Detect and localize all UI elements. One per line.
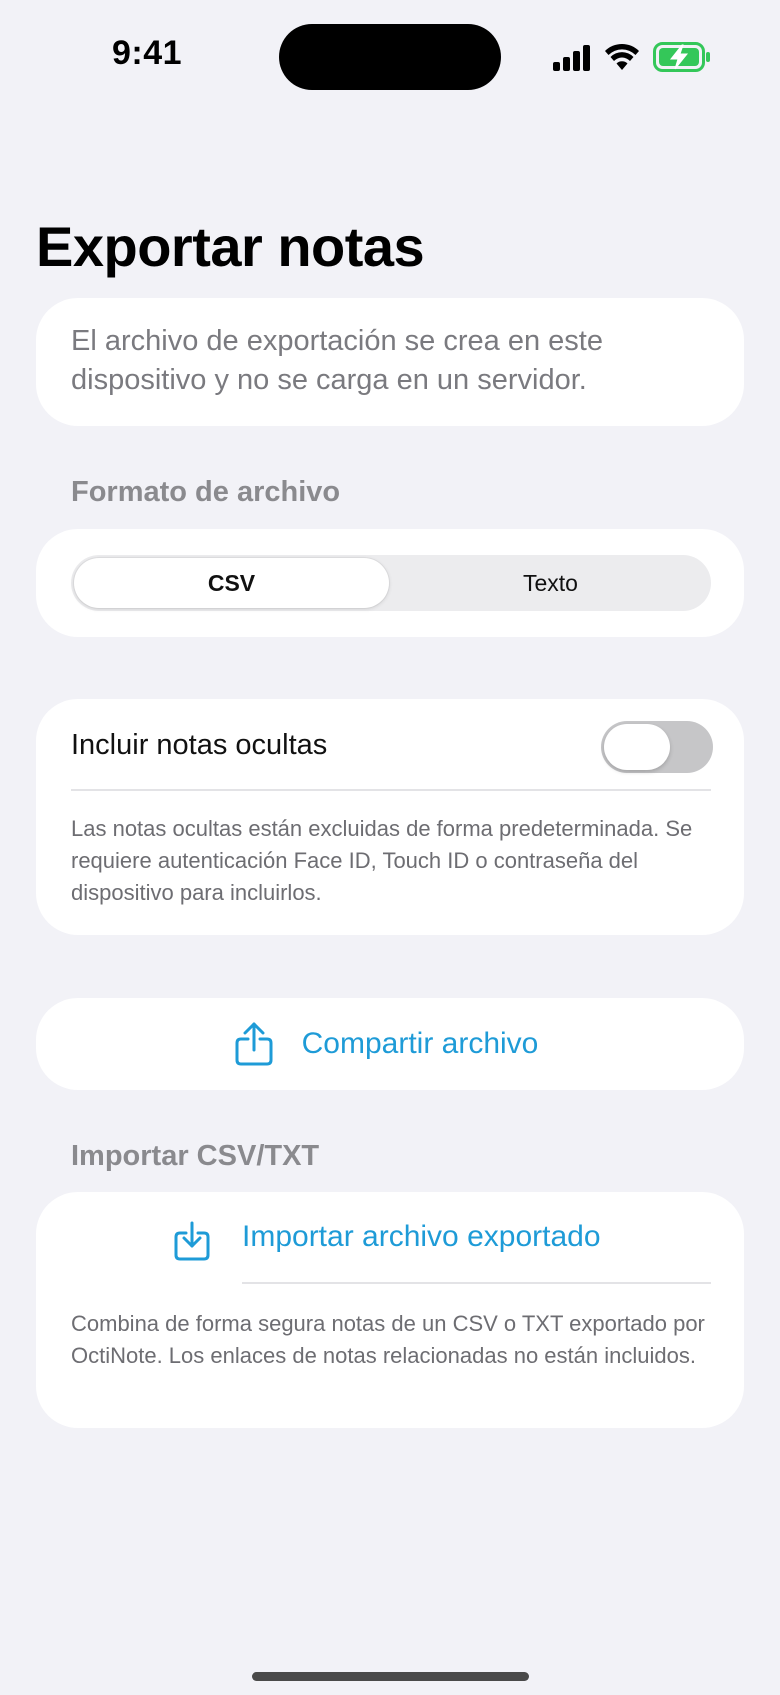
import-file-label: Importar archivo exportado bbox=[242, 1220, 601, 1253]
format-card: CSV Texto bbox=[36, 529, 744, 637]
hidden-notes-footnote: Las notas ocultas están excluidas de for… bbox=[71, 816, 693, 905]
import-section-header: Importar CSV/TXT bbox=[71, 1140, 320, 1172]
share-file-button[interactable]: Compartir archivo bbox=[36, 998, 744, 1090]
battery-charging-icon bbox=[653, 42, 710, 72]
import-footnote: Combina de forma segura notas de un CSV … bbox=[71, 1311, 705, 1368]
status-time: 9:41 bbox=[111, 34, 183, 72]
import-icon bbox=[174, 1221, 210, 1261]
include-hidden-toggle[interactable] bbox=[601, 721, 713, 773]
page-title: Exportar notas bbox=[36, 215, 425, 278]
divider bbox=[242, 1282, 711, 1284]
wifi-icon bbox=[605, 43, 639, 70]
info-text: El archivo de exportación se crea en est… bbox=[71, 325, 603, 396]
hidden-notes-card: Incluir notas ocultas Las notas ocultas … bbox=[36, 699, 744, 935]
dynamic-island bbox=[279, 24, 501, 90]
divider bbox=[71, 789, 711, 791]
toggle-knob bbox=[604, 724, 670, 770]
import-file-button[interactable]: Importar archivo exportado bbox=[36, 1192, 744, 1284]
share-file-label: Compartir archivo bbox=[301, 1027, 539, 1060]
format-segmented-control: CSV Texto bbox=[71, 555, 711, 611]
status-icons bbox=[551, 40, 711, 74]
share-icon bbox=[235, 1022, 273, 1066]
info-card: El archivo de exportación se crea en est… bbox=[36, 298, 744, 426]
home-indicator[interactable] bbox=[252, 1672, 529, 1681]
format-section-header: Formato de archivo bbox=[71, 476, 341, 508]
share-content: Compartir archivo bbox=[234, 1021, 539, 1067]
cellular-signal-icon bbox=[553, 45, 590, 71]
include-hidden-label: Incluir notas ocultas bbox=[71, 729, 328, 761]
import-card: Importar archivo exportado Combina de fo… bbox=[36, 1192, 744, 1428]
export-notes-screen: 9:41 Exportar notas El archivo de export… bbox=[0, 0, 780, 1695]
format-option-csv[interactable]: CSV bbox=[74, 558, 389, 608]
status-bar: 9:41 bbox=[0, 0, 780, 116]
format-option-text[interactable]: Texto bbox=[393, 558, 708, 608]
